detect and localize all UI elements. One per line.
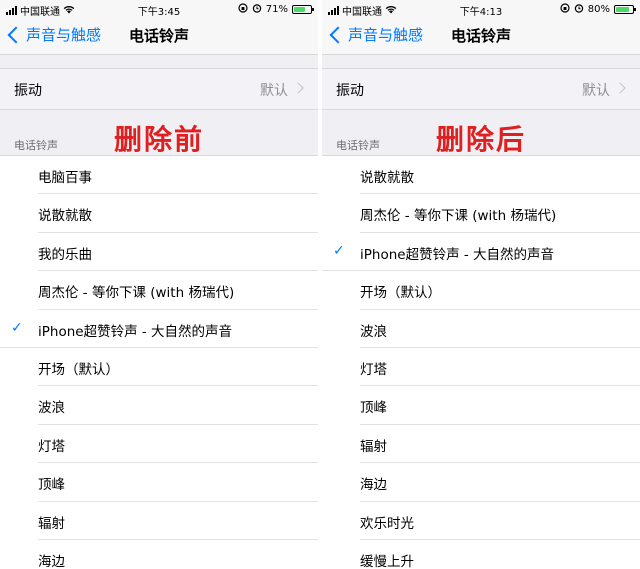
battery-icon [292, 5, 314, 14]
ringtone-label: 我的乐曲 [38, 246, 92, 263]
ringtone-list-item[interactable]: 灯塔 [38, 425, 318, 464]
ringtone-label: 海边 [38, 553, 65, 569]
ringtone-label: 周杰伦 - 等你下课 (with 杨瑞代) [360, 208, 557, 225]
ringtone-list-item[interactable]: 电脑百事 [38, 156, 318, 195]
ringtone-label: 缓慢上升 [360, 553, 414, 569]
ringtone-label: 欢乐时光 [360, 515, 414, 532]
ringtone-label: 灯塔 [38, 438, 65, 455]
ringtone-list-item[interactable]: 海边 [360, 463, 640, 502]
ringtone-list-item[interactable]: 开场（默认） [38, 348, 318, 387]
ringtone-list-item[interactable]: 欢乐时光 [360, 502, 640, 540]
after-deletion-panel: 中国联通 下午4:13 80% 声音与触感 电话铃声 振动 默认 电话铃声 删除… [322, 0, 640, 569]
ringtone-label: 电脑百事 [38, 170, 92, 186]
ringtone-list-item[interactable]: 周杰伦 - 等你下课 (with 杨瑞代) [38, 271, 318, 310]
ringtone-label: 说散就散 [38, 208, 92, 225]
vibration-row[interactable]: 振动 默认 [0, 68, 318, 110]
ringtone-label: 波浪 [38, 400, 65, 417]
before-deletion-panel: 中国联通 下午3:45 71% 声音与触感 电话铃声 振动 默认 电话铃声 删除… [0, 0, 318, 569]
vibration-label: 振动 [336, 83, 364, 99]
chevron-right-icon [614, 82, 626, 94]
ringtone-label: 波浪 [360, 323, 387, 340]
chevron-right-icon [292, 82, 304, 94]
orientation-lock-icon [238, 3, 248, 16]
ringtone-list-item[interactable]: 我的乐曲 [38, 233, 318, 272]
ringtone-list-item[interactable]: 波浪 [38, 386, 318, 425]
vibration-row[interactable]: 振动 默认 [322, 68, 640, 110]
navigation-bar: 声音与触感 电话铃声 [322, 18, 640, 55]
ringtone-list-item[interactable]: 顶峰 [360, 386, 640, 425]
checkmark-icon: ✓ [11, 319, 23, 336]
battery-icon [614, 5, 636, 14]
ringtone-list-item[interactable]: 说散就散 [38, 194, 318, 233]
ringtone-list-item[interactable]: 波浪 [360, 310, 640, 348]
overlay-caption: 删除后 [435, 123, 526, 156]
ringtone-list-item[interactable]: 辐射 [38, 502, 318, 540]
status-bar: 中国联通 下午3:45 71% [0, 0, 318, 18]
ringtone-list-item[interactable]: 周杰伦 - 等你下课 (with 杨瑞代) [360, 194, 640, 233]
ringtone-label: 顶峰 [38, 477, 65, 494]
ringtone-list-item[interactable]: 缓慢上升 [322, 540, 640, 569]
ringtone-list-item[interactable]: 顶峰 [38, 463, 318, 502]
ringtone-list-item[interactable]: 辐射 [360, 425, 640, 464]
vibration-value: 默认 [582, 83, 610, 99]
ringtone-label: 顶峰 [360, 400, 387, 417]
alarm-icon [252, 3, 262, 16]
ringtone-label: 辐射 [38, 515, 65, 532]
ringtone-list-item[interactable]: ✓ iPhone超赞铃声 - 大自然的声音 [322, 233, 640, 272]
ringtone-list: 说散就散周杰伦 - 等你下课 (with 杨瑞代) ✓ iPhone超赞铃声 - 大… [322, 155, 640, 569]
ringtone-label: 海边 [360, 477, 387, 494]
navigation-bar: 声音与触感 电话铃声 [0, 18, 318, 55]
ringtone-list-item[interactable]: 海边 [0, 540, 318, 569]
page-title: 电话铃声 [128, 27, 189, 45]
ringtone-label: 灯塔 [360, 361, 387, 378]
alarm-icon [574, 3, 584, 16]
orientation-lock-icon [560, 3, 570, 16]
page-title: 电话铃声 [450, 27, 511, 45]
ringtone-label: iPhone超赞铃声 - 大自然的声音 [38, 323, 233, 340]
ringtone-list-item[interactable]: ✓ iPhone超赞铃声 - 大自然的声音 [0, 310, 318, 348]
ringtone-label: 说散就散 [360, 170, 414, 186]
ringtone-list-item[interactable]: 说散就散 [360, 156, 640, 195]
battery-percent: 71% [265, 4, 288, 15]
vibration-label: 振动 [14, 83, 42, 99]
ringtone-list: 电脑百事说散就散我的乐曲周杰伦 - 等你下课 (with 杨瑞代) ✓ iPhone… [0, 155, 318, 569]
battery-percent: 80% [587, 4, 610, 15]
ringtone-label: 开场（默认） [360, 285, 441, 302]
ringtone-label: 辐射 [360, 438, 387, 455]
ringtone-list-item[interactable]: 灯塔 [360, 348, 640, 387]
ringtone-label: 开场（默认） [38, 361, 119, 378]
ringtone-list-item[interactable]: 开场（默认） [360, 271, 640, 310]
status-bar: 中国联通 下午4:13 80% [322, 0, 640, 18]
overlay-caption: 删除前 [113, 123, 204, 156]
ringtone-label: 周杰伦 - 等你下课 (with 杨瑞代) [38, 285, 235, 302]
vibration-value: 默认 [260, 83, 288, 99]
checkmark-icon: ✓ [333, 242, 345, 259]
ringtone-label: iPhone超赞铃声 - 大自然的声音 [360, 246, 555, 263]
